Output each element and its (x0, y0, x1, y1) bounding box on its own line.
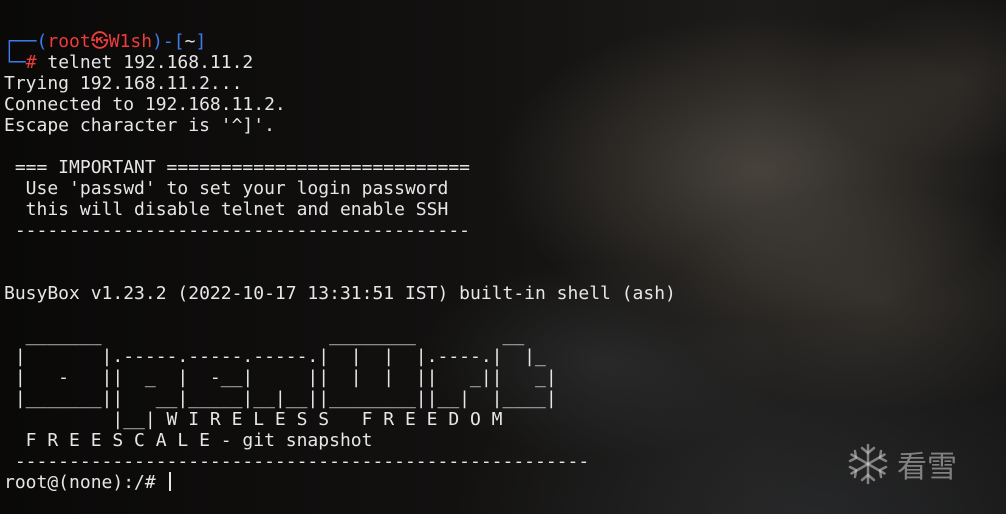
banner-tagline: |__| W I R E L E S S F R E E D O M (4, 409, 503, 430)
shell-prompt-line[interactable]: root@(none):/# (4, 472, 171, 493)
banner-line: |_______|| __|_____|__|__||________||__|… (4, 388, 557, 409)
prompt-user: root (47, 31, 91, 52)
banner-divider: ----------------------------------------… (4, 451, 590, 472)
banner-line: | - || _ | -__| || | | || _|| _| (4, 367, 557, 388)
shell-prompt: root@(none):/# (4, 472, 167, 493)
notice-line: this will disable telnet and enable SSH (4, 199, 449, 220)
terminal-window[interactable]: ┌──(root㉿W1sh)-[~] └─# telnet 192.168.11… (0, 0, 1006, 514)
banner-build: F R E E S C A L E - git snapshot (4, 430, 373, 451)
output-line: Escape character is '^]'. (4, 115, 275, 136)
banner-line: _______ ________ __ (4, 325, 525, 346)
notice-line: Use 'passwd' to set your login password (4, 178, 449, 199)
prompt-box-bottom: └─ (4, 52, 26, 73)
watermark-text: 看雪 (897, 450, 957, 485)
busybox-version: BusyBox v1.23.2 (2022-10-17 13:31:51 IST… (4, 283, 676, 304)
output-line: Trying 192.168.11.2... (4, 73, 243, 94)
output-line: Connected to 192.168.11.2. (4, 94, 286, 115)
snowflake-icon (848, 443, 888, 485)
prompt-header: ┌──(root㉿W1sh)-[~] (4, 31, 207, 52)
prompt-dir: ~ (184, 31, 196, 52)
watermark: 看雪 (845, 440, 995, 488)
prompt-hash: # (25, 52, 37, 73)
prompt-host: W1sh (108, 31, 153, 52)
notice-header: === IMPORTANT ==========================… (4, 157, 470, 178)
prompt-box-top: ┌── (4, 31, 37, 52)
banner-line: | |.-----.-----.-----.| | | |.----.| |_ (4, 346, 546, 367)
text-cursor (168, 472, 171, 491)
notice-divider: ----------------------------------------… (4, 220, 470, 241)
skull-icon: ㉿ (90, 31, 109, 52)
command-text: telnet 192.168.11.2 (36, 52, 254, 73)
command-line: └─# telnet 192.168.11.2 (4, 52, 253, 73)
